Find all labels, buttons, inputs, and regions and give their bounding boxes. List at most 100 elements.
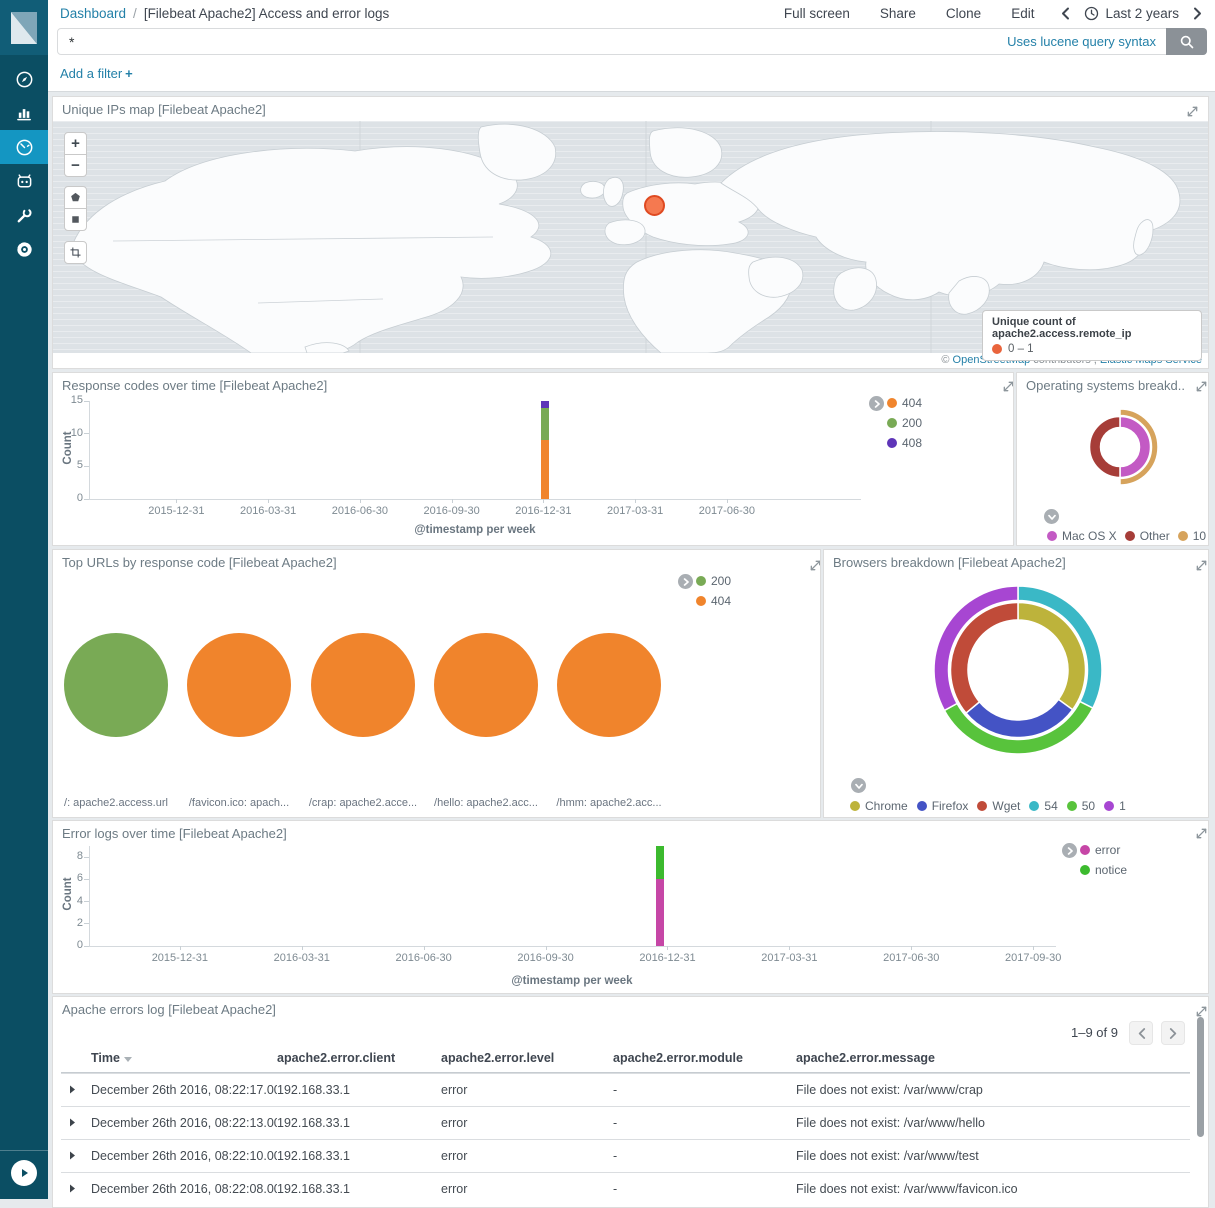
next-page-button[interactable] <box>1161 1021 1185 1045</box>
column-header-Time[interactable]: Time <box>91 1051 277 1065</box>
column-header-apache2.error.client[interactable]: apache2.error.client <box>277 1051 441 1065</box>
zoom-in-button[interactable]: + <box>64 132 87 155</box>
cell-apache2.error.client: 192.168.33.1 <box>277 1116 441 1130</box>
legend-item-54[interactable]: 54 <box>1029 799 1057 813</box>
table-scrollbar[interactable] <box>1197 1017 1204 1137</box>
legend-item-200[interactable]: 200 <box>887 416 922 430</box>
x-tick-label: 2017-06-30 <box>682 505 772 517</box>
x-tick-label: 2017-03-31 <box>590 505 680 517</box>
time-forward-button[interactable] <box>1193 7 1203 20</box>
draw-polygon-button[interactable] <box>64 186 87 209</box>
table-header-row: Timeapache2.error.client apache2.error.le… <box>61 1043 1190 1073</box>
legend-toggle-button[interactable] <box>869 396 884 411</box>
legend-item-notice[interactable]: notice <box>1080 863 1127 877</box>
draw-rectangle-button[interactable] <box>64 208 87 231</box>
lucene-syntax-link[interactable]: Uses lucene query syntax <box>1007 34 1156 49</box>
column-header-apache2.error.module[interactable]: apache2.error.module <box>613 1051 796 1065</box>
donut-segment-Other[interactable] <box>1090 417 1120 478</box>
chevron-right-icon <box>1193 7 1203 20</box>
pie-200[interactable] <box>64 633 168 737</box>
legend-swatch <box>1080 865 1090 875</box>
full-screen-button[interactable]: Full screen <box>784 6 850 21</box>
legend-swatch <box>1178 531 1188 541</box>
time-picker[interactable]: Last 2 years <box>1084 6 1179 21</box>
bar-segment-error[interactable] <box>656 879 664 946</box>
pie-404[interactable] <box>187 633 291 737</box>
expand-panel-button[interactable] <box>809 559 821 572</box>
plus-icon: + <box>125 66 133 81</box>
query-input[interactable]: * Uses lucene query syntax <box>57 28 1207 55</box>
x-tick-label: 2016-06-30 <box>379 952 469 964</box>
fit-data-bounds-button[interactable] <box>64 241 87 264</box>
expand-row-button[interactable] <box>61 1083 91 1097</box>
sort-desc-icon <box>124 1057 132 1062</box>
expand-panel-button[interactable] <box>1195 1005 1208 1018</box>
expand-panel-button[interactable] <box>1195 827 1208 840</box>
expand-panel-button[interactable] <box>1195 559 1208 572</box>
legend-item-Wget[interactable]: Wget <box>977 799 1020 813</box>
legend-item-error[interactable]: error <box>1080 843 1127 857</box>
legend-item-Other[interactable]: Other <box>1125 529 1170 543</box>
search-icon <box>1179 34 1194 49</box>
bar-chart-icon <box>14 103 35 124</box>
legend-item-404[interactable]: 404 <box>887 396 922 410</box>
prev-page-button[interactable] <box>1129 1021 1153 1045</box>
column-label: apache2.error.client <box>277 1051 395 1065</box>
sidebar-item-timelion[interactable] <box>0 164 48 198</box>
expand-row-button[interactable] <box>61 1149 91 1163</box>
legend-item-Chrome[interactable]: Chrome <box>850 799 908 813</box>
legend-item-Firefox[interactable]: Firefox <box>917 799 969 813</box>
sidebar-item-dev-tools[interactable] <box>0 198 48 232</box>
share-button[interactable]: Share <box>880 6 916 21</box>
legend-swatch <box>917 801 927 811</box>
kibana-logo[interactable] <box>0 0 48 55</box>
expand-row-button[interactable] <box>61 1116 91 1130</box>
sidebar-item-management[interactable] <box>0 232 48 266</box>
time-back-button[interactable] <box>1060 7 1070 20</box>
search-button[interactable] <box>1166 28 1207 55</box>
bar-segment-408[interactable] <box>541 401 549 408</box>
legend-item-404[interactable]: 404 <box>696 594 731 608</box>
expand-panel-button[interactable] <box>1186 105 1199 118</box>
legend-toggle-button[interactable] <box>1044 509 1059 524</box>
legend-toggle-button[interactable] <box>1062 843 1077 858</box>
chevron-right-icon <box>682 578 690 586</box>
sidebar-item-visualize[interactable] <box>0 96 48 130</box>
sidebar-item-discover[interactable] <box>0 62 48 96</box>
zoom-out-button[interactable]: − <box>64 154 87 177</box>
legend-label: notice <box>1095 863 1127 877</box>
edit-button[interactable]: Edit <box>1011 6 1034 21</box>
column-header-apache2.error.level[interactable]: apache2.error.level <box>441 1051 613 1065</box>
legend-label: 10 <box>1193 529 1206 543</box>
bar-segment-200[interactable] <box>541 408 549 441</box>
expand-panel-button[interactable] <box>1195 380 1208 393</box>
pie-404[interactable] <box>557 633 661 737</box>
add-filter-button[interactable]: Add a filter+ <box>60 66 133 81</box>
pie-404[interactable] <box>311 633 415 737</box>
expand-row-icon <box>69 1184 76 1193</box>
kibana-logo-icon <box>10 11 38 45</box>
pie-404[interactable] <box>434 633 538 737</box>
x-tick-label: 2016-03-31 <box>223 505 313 517</box>
expand-panel-button[interactable] <box>1002 380 1014 393</box>
sidebar-divider <box>0 1150 48 1151</box>
legend-toggle-button[interactable] <box>851 778 866 793</box>
column-header-apache2.error.message[interactable]: apache2.error.message <box>796 1051 1190 1065</box>
bar-segment-404[interactable] <box>541 440 549 499</box>
pie-label: /hmm: apache2.acc... <box>544 797 674 809</box>
sidebar-item-dashboard[interactable] <box>0 130 48 164</box>
x-tick-label: 2016-06-30 <box>315 505 405 517</box>
collapse-nav-button[interactable] <box>11 1160 37 1186</box>
legend-item-Mac OS X[interactable]: Mac OS X <box>1047 529 1117 543</box>
clone-button[interactable]: Clone <box>946 6 981 21</box>
legend-item-200[interactable]: 200 <box>696 574 731 588</box>
panel-title: Apache errors log [Filebeat Apache2] <box>62 1002 276 1017</box>
bar-segment-notice[interactable] <box>656 846 664 879</box>
legend-toggle-button[interactable] <box>678 574 693 589</box>
breadcrumb-dashboard[interactable]: Dashboard <box>60 6 126 21</box>
legend-item-1[interactable]: 1 <box>1104 799 1126 813</box>
expand-row-button[interactable] <box>61 1182 91 1196</box>
legend-item-50[interactable]: 50 <box>1067 799 1095 813</box>
legend-item-10[interactable]: 10 <box>1178 529 1206 543</box>
legend-item-408[interactable]: 408 <box>887 436 922 450</box>
